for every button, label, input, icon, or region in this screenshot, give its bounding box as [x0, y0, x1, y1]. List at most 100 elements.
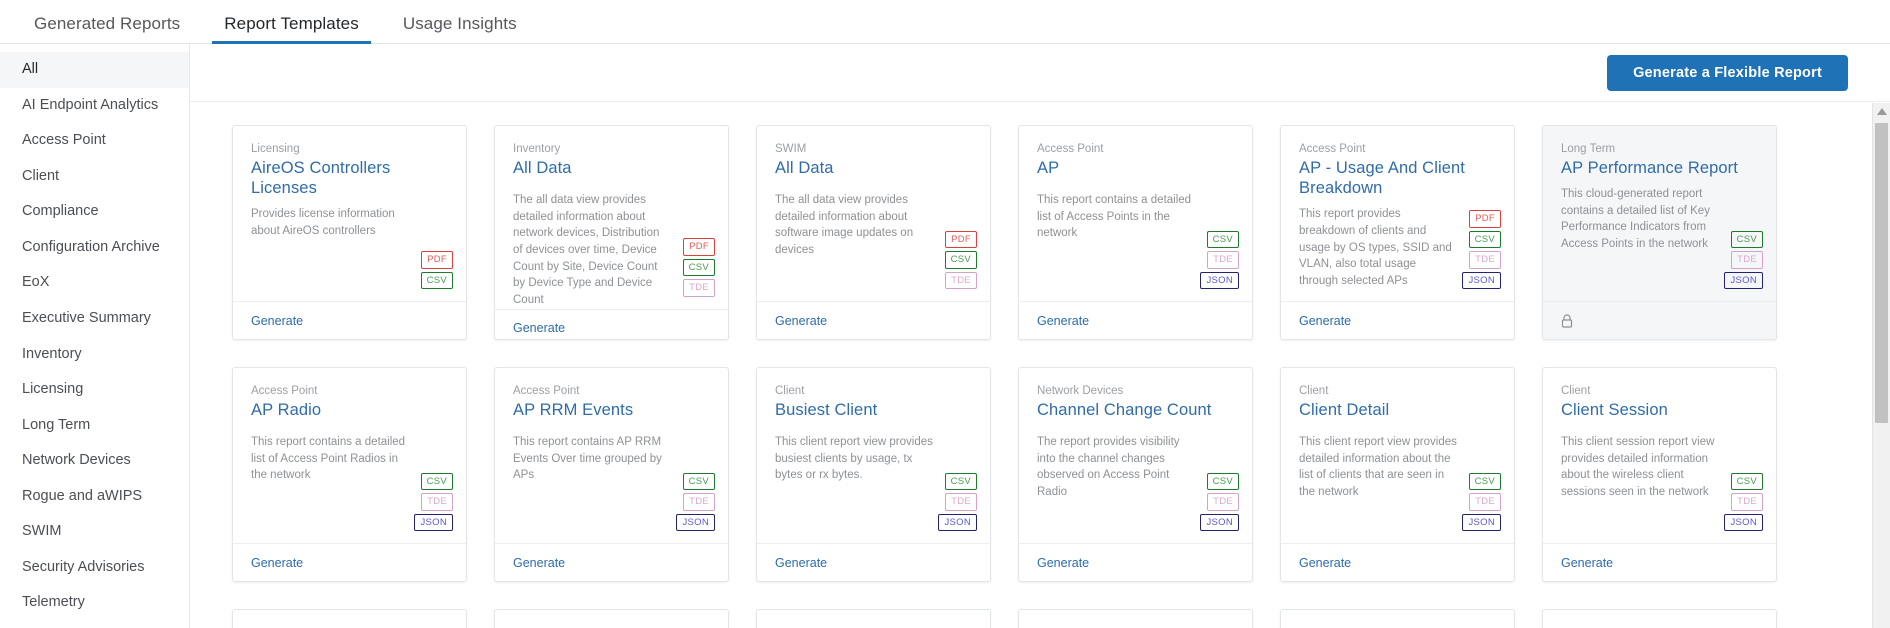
card-title[interactable]: AP Performance Report — [1561, 158, 1760, 178]
card-title[interactable]: All Data — [513, 158, 712, 178]
report-template-card[interactable]: Access Point AP - Usage And Client Breakd… — [1280, 125, 1515, 340]
report-template-card[interactable] — [1280, 609, 1515, 628]
format-badge-json[interactable]: JSON — [1724, 513, 1763, 531]
report-template-card[interactable] — [1542, 609, 1777, 628]
sidebar-item-executive-summary[interactable]: Executive Summary — [0, 301, 189, 337]
format-badge-csv[interactable]: CSV — [1206, 472, 1239, 490]
card-title[interactable]: Busiest Client — [775, 400, 974, 420]
sidebar-item-client[interactable]: Client — [0, 159, 189, 195]
report-template-card[interactable] — [232, 609, 467, 628]
format-badge-csv[interactable]: CSV — [1468, 472, 1501, 490]
report-template-card[interactable]: Inventory All Data The all data view provi… — [494, 125, 729, 340]
vertical-scrollbar[interactable] — [1872, 103, 1890, 628]
format-badge-csv[interactable]: CSV — [1730, 230, 1763, 248]
format-badge-csv[interactable]: CSV — [420, 472, 453, 490]
format-badge-tde[interactable]: TDE — [1731, 251, 1763, 269]
format-badge-tde[interactable]: TDE — [945, 493, 977, 511]
generate-link[interactable]: Generate — [1037, 556, 1089, 570]
report-template-card[interactable] — [494, 609, 729, 628]
format-badge-tde[interactable]: TDE — [683, 493, 715, 511]
format-badge-json[interactable]: JSON — [414, 513, 453, 531]
sidebar-item-configuration-archive[interactable]: Configuration Archive — [0, 230, 189, 266]
report-template-card[interactable]: SWIM All Data The all data view provides d… — [756, 125, 991, 340]
format-badge-tde[interactable]: TDE — [1469, 493, 1501, 511]
report-template-card[interactable]: Licensing AireOS Controllers Licenses Prov… — [232, 125, 467, 340]
report-template-card[interactable]: Client Client Detail This client report vi… — [1280, 367, 1515, 582]
report-template-card[interactable]: Client Busiest Client This client report v… — [756, 367, 991, 582]
format-badge-tde[interactable]: TDE — [1731, 493, 1763, 511]
sidebar-item-security-advisories[interactable]: Security Advisories — [0, 550, 189, 586]
card-title[interactable]: AireOS Controllers Licenses — [251, 158, 450, 198]
generate-link[interactable]: Generate — [1299, 314, 1351, 328]
generate-link[interactable]: Generate — [1037, 314, 1089, 328]
format-badge-csv[interactable]: CSV — [682, 258, 715, 277]
scroll-up-arrow-icon[interactable] — [1873, 103, 1890, 120]
format-badge-csv[interactable]: CSV — [1206, 230, 1239, 248]
report-template-card[interactable]: Client Client Session This client session … — [1542, 367, 1777, 582]
sidebar-item-licensing[interactable]: Licensing — [0, 372, 189, 408]
format-badge-tde[interactable]: TDE — [683, 279, 715, 297]
card-title[interactable]: AP Radio — [251, 400, 450, 420]
generate-link[interactable]: Generate — [1561, 556, 1613, 570]
card-title[interactable]: Channel Change Count — [1037, 400, 1236, 420]
format-badge-pdf[interactable]: PDF — [683, 238, 715, 256]
sidebar-item-long-term[interactable]: Long Term — [0, 408, 189, 444]
format-badge-json[interactable]: JSON — [1724, 271, 1763, 289]
format-badge-json[interactable]: JSON — [1200, 513, 1239, 531]
format-badge-tde[interactable]: TDE — [1469, 251, 1501, 269]
card-title[interactable]: AP RRM Events — [513, 400, 712, 420]
format-badge-csv[interactable]: CSV — [944, 251, 977, 269]
format-badge-csv[interactable]: CSV — [944, 472, 977, 490]
format-badge-tde[interactable]: TDE — [1207, 251, 1239, 269]
sidebar-item-swim[interactable]: SWIM — [0, 514, 189, 550]
format-badge-csv[interactable]: CSV — [420, 271, 453, 289]
sidebar-item-all[interactable]: All — [0, 52, 189, 88]
generate-flexible-report-button[interactable]: Generate a Flexible Report — [1607, 54, 1848, 91]
format-badge-pdf[interactable]: PDF — [421, 251, 453, 269]
format-badge-pdf[interactable]: PDF — [945, 230, 977, 248]
format-badge-json[interactable]: JSON — [676, 513, 715, 531]
sidebar-item-rogue-and-awips[interactable]: Rogue and aWIPS — [0, 479, 189, 515]
tab-generated-reports[interactable]: Generated Reports — [12, 15, 202, 43]
generate-link[interactable]: Generate — [513, 321, 565, 335]
card-title[interactable]: AP - Usage And Client Breakdown — [1299, 158, 1498, 198]
report-template-card[interactable]: Network Devices Channel Change Count The r… — [1018, 367, 1253, 582]
sidebar-item-access-point[interactable]: Access Point — [0, 123, 189, 159]
sidebar-item-telemetry[interactable]: Telemetry — [0, 585, 189, 621]
format-badge-json[interactable]: JSON — [1462, 513, 1501, 531]
card-title[interactable]: Client Detail — [1299, 400, 1498, 420]
format-badge-csv[interactable]: CSV — [1730, 472, 1763, 490]
report-template-card[interactable]: Access Point AP This report contains a det… — [1018, 125, 1253, 340]
sidebar-item-ai-endpoint-analytics[interactable]: AI Endpoint Analytics — [0, 88, 189, 124]
sidebar-item-network-devices[interactable]: Network Devices — [0, 443, 189, 479]
card-title[interactable]: AP — [1037, 158, 1236, 178]
generate-link[interactable]: Generate — [251, 314, 303, 328]
format-badge-json[interactable]: JSON — [1200, 271, 1239, 289]
generate-link[interactable]: Generate — [775, 314, 827, 328]
scrollbar-thumb[interactable] — [1875, 123, 1888, 423]
format-badge-tde[interactable]: TDE — [945, 271, 977, 289]
card-title[interactable]: Client Session — [1561, 400, 1760, 420]
format-badge-tde[interactable]: TDE — [421, 493, 453, 511]
generate-link[interactable]: Generate — [513, 556, 565, 570]
format-badge-tde[interactable]: TDE — [1207, 493, 1239, 511]
report-template-card[interactable] — [756, 609, 991, 628]
format-badge-json[interactable]: JSON — [1462, 271, 1501, 289]
tab-report-templates[interactable]: Report Templates — [202, 15, 381, 44]
report-template-card[interactable]: Access Point AP RRM Events This report con… — [494, 367, 729, 582]
format-badge-pdf[interactable]: PDF — [1469, 210, 1501, 228]
sidebar-item-compliance[interactable]: Compliance — [0, 194, 189, 230]
sidebar-item-eox[interactable]: EoX — [0, 265, 189, 301]
format-badge-csv[interactable]: CSV — [682, 472, 715, 490]
generate-link[interactable]: Generate — [1299, 556, 1351, 570]
format-badge-csv[interactable]: CSV — [1468, 230, 1501, 248]
report-template-card[interactable]: Access Point AP Radio This report contains… — [232, 367, 467, 582]
generate-link[interactable]: Generate — [775, 556, 827, 570]
tab-usage-insights[interactable]: Usage Insights — [381, 15, 539, 43]
sidebar-item-inventory[interactable]: Inventory — [0, 337, 189, 373]
generate-link[interactable]: Generate — [251, 556, 303, 570]
format-badge-json[interactable]: JSON — [938, 513, 977, 531]
card-title[interactable]: All Data — [775, 158, 974, 178]
report-template-card[interactable] — [1018, 609, 1253, 628]
report-template-card[interactable]: Long Term AP Performance Report This cloud… — [1542, 125, 1777, 340]
